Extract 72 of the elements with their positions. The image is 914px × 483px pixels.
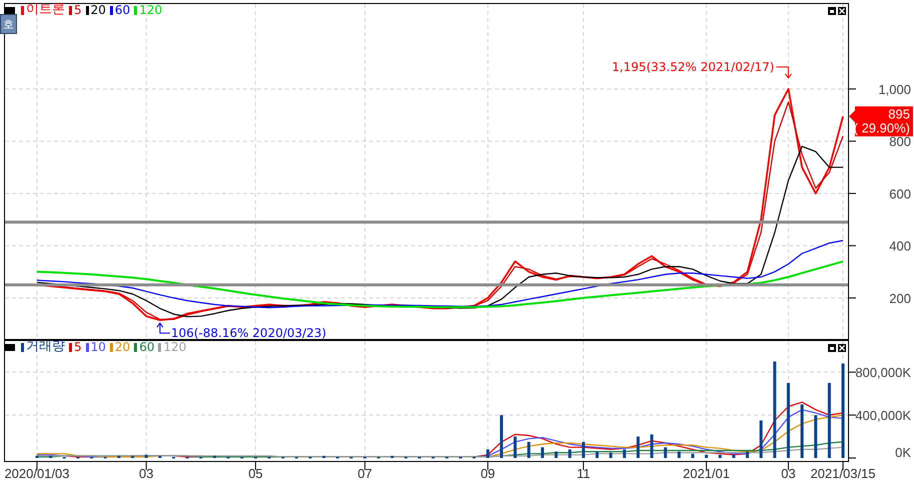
legend-label[interactable]: 20: [114, 340, 130, 354]
legend-label[interactable]: 120: [163, 340, 186, 354]
volume-bar: [746, 452, 749, 458]
maximize-icon[interactable]: [828, 344, 836, 352]
volume-bar: [158, 456, 162, 458]
axis-label: 200: [889, 290, 911, 306]
current-price: 895: [888, 106, 910, 122]
volume-bar: [486, 449, 490, 458]
volume-bar: [664, 447, 667, 458]
axis-label: 2021/03/15: [810, 466, 876, 481]
legend-label[interactable]: 60: [114, 3, 130, 17]
legend-label[interactable]: 거래량: [26, 340, 65, 354]
volume-bar: [609, 452, 612, 458]
legend-label[interactable]: 60: [139, 340, 154, 354]
volume-bar: [527, 442, 530, 458]
volume-bar: [568, 449, 572, 458]
volume-bar: [596, 452, 599, 458]
volume-bar: [390, 456, 394, 458]
axis-label: 1,000: [878, 82, 911, 97]
volume-bar: [117, 456, 120, 458]
volume-bar: [500, 415, 503, 458]
axis-label: 0K: [895, 445, 911, 460]
volume-bar: [36, 456, 38, 458]
axis-label: 07: [358, 466, 372, 481]
annotation-arrow: [776, 66, 792, 79]
volume-bar: [622, 449, 626, 458]
volume-bar: [691, 454, 694, 458]
axis-label: 03: [781, 466, 796, 481]
annotation-arrow: [156, 322, 170, 334]
axis-label: 800,000K: [855, 365, 911, 380]
volume-bar: [540, 447, 544, 458]
volume-bar: [732, 454, 736, 458]
axis-label: 05: [248, 466, 263, 481]
price-badge: [849, 106, 913, 136]
volume-bar: [718, 454, 722, 458]
axis-label: 400: [889, 238, 911, 254]
volume-bar: [650, 434, 654, 458]
axis-label: 09: [480, 466, 496, 481]
maximize-icon[interactable]: [828, 7, 836, 15]
horizontal-line[interactable]: [5, 283, 848, 286]
volume-bar: [322, 456, 326, 458]
volume-bar: [514, 436, 517, 458]
axis-label: 800: [889, 134, 911, 150]
axis-label: 2020/01/03: [4, 466, 70, 481]
axis-label: 03: [139, 466, 154, 481]
volume-bar: [800, 404, 804, 458]
close-icon[interactable]: [838, 7, 846, 15]
axis-label: 400,000K: [855, 408, 911, 424]
axis-label: 11: [576, 466, 590, 481]
volume-bar: [814, 415, 818, 458]
volume-bar: [582, 442, 585, 458]
legend-label[interactable]: 5: [74, 340, 82, 354]
volume-bar: [131, 456, 134, 458]
side-button[interactable]: 호: [0, 14, 17, 34]
close-icon[interactable]: [838, 344, 846, 352]
volume-bar: [554, 452, 558, 458]
legend-label[interactable]: 이트론: [26, 3, 65, 17]
volume-bar: [760, 420, 763, 458]
axis-label: 600: [889, 186, 911, 202]
volume-bar: [49, 456, 52, 458]
volume-bar: [678, 452, 681, 458]
annotation-label: 1,195(33.52% 2021/02/17): [612, 60, 774, 74]
axis-label: 2021/01: [682, 466, 730, 481]
volume-bar: [636, 436, 640, 458]
volume-bar: [213, 456, 216, 458]
horizontal-line[interactable]: [5, 220, 848, 224]
legend-label[interactable]: 20: [90, 3, 106, 17]
legend-label[interactable]: 10: [90, 340, 106, 354]
legend-label[interactable]: 5: [74, 3, 82, 17]
annotation-label: 106(-88.16% 2020/03/23): [170, 326, 326, 340]
volume-bar: [704, 454, 708, 458]
volume-bar: [144, 454, 148, 458]
